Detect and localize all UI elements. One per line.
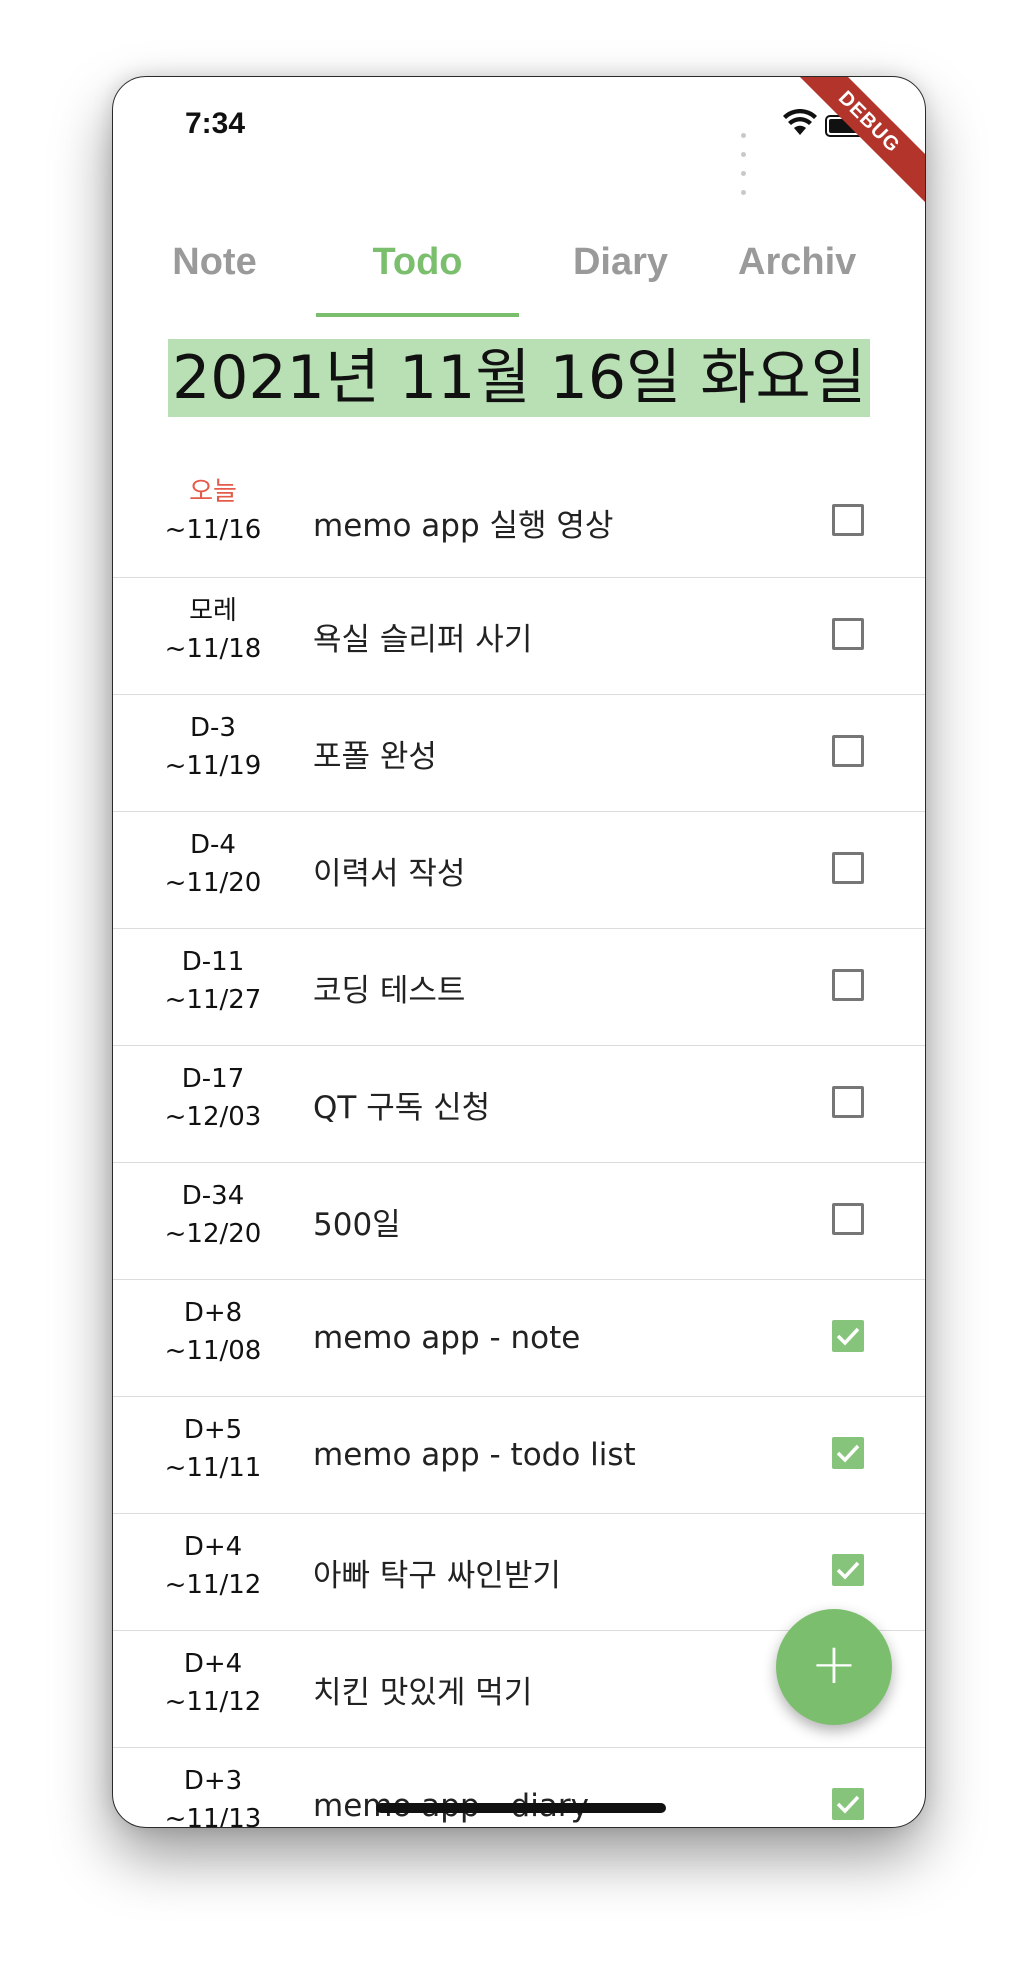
todo-row[interactable]: D-34 ~12/20 500일 bbox=[113, 1163, 925, 1280]
check-icon bbox=[836, 1561, 860, 1580]
dday-label: D-4 ~11/20 bbox=[164, 830, 262, 898]
todo-title: memo app - todo list bbox=[313, 1437, 636, 1473]
tab-todo[interactable]: Todo bbox=[316, 217, 519, 317]
tab-bar: Note Todo Diary Archiv bbox=[113, 217, 925, 317]
todo-title: memo app - note bbox=[313, 1320, 581, 1356]
todo-row[interactable]: D-3 ~11/19 포폴 완성 bbox=[113, 695, 925, 812]
dday-label: D+4 ~11/12 bbox=[164, 1532, 262, 1600]
tab-diary[interactable]: Diary bbox=[519, 217, 722, 317]
date-header: 2021년 11월 16일 화요일 bbox=[168, 339, 870, 417]
todo-title: 치킨 맛있게 먹기 bbox=[313, 1674, 533, 1711]
add-todo-button[interactable]: + bbox=[776, 1609, 892, 1725]
todo-checkbox[interactable] bbox=[832, 1203, 864, 1235]
todo-title: 코딩 테스트 bbox=[313, 972, 466, 1009]
todo-row[interactable]: 모레 ~11/18 욕실 슬리퍼 사기 bbox=[113, 578, 925, 695]
todo-checkbox-checked[interactable] bbox=[832, 1554, 864, 1586]
dday-label: D-17 ~12/03 bbox=[164, 1064, 262, 1132]
dday-label: D+3 ~11/13 bbox=[164, 1766, 262, 1828]
tab-archive[interactable]: Archiv bbox=[722, 217, 925, 317]
todo-row[interactable]: 오늘 ~11/16 memo app 실행 영상 bbox=[113, 467, 925, 578]
phone-frame: 7:34 DEBUG Note Todo Diary Archiv 2021년 … bbox=[112, 76, 926, 1828]
todo-checkbox[interactable] bbox=[832, 969, 864, 1001]
check-icon bbox=[836, 1444, 860, 1463]
todo-checkbox-checked[interactable] bbox=[832, 1320, 864, 1352]
dday-label: D-34 ~12/20 bbox=[164, 1181, 262, 1249]
check-icon bbox=[836, 1795, 860, 1814]
dday-label: D-3 ~11/19 bbox=[164, 713, 262, 781]
todo-title: 이력서 작성 bbox=[313, 855, 466, 892]
dday-label: D-11 ~11/27 bbox=[164, 947, 262, 1015]
todo-row[interactable]: D-4 ~11/20 이력서 작성 bbox=[113, 812, 925, 929]
todo-title: QT 구독 신청 bbox=[313, 1089, 491, 1126]
todo-title: 아빠 탁구 싸인받기 bbox=[313, 1557, 561, 1594]
todo-row[interactable]: D+5 ~11/11 memo app - todo list bbox=[113, 1397, 925, 1514]
todo-checkbox[interactable] bbox=[832, 1086, 864, 1118]
dday-label: D+8 ~11/08 bbox=[164, 1298, 262, 1366]
dday-label: D+4 ~11/12 bbox=[164, 1649, 262, 1717]
todo-row[interactable]: D+4 ~11/12 아빠 탁구 싸인받기 bbox=[113, 1514, 925, 1631]
tab-note[interactable]: Note bbox=[113, 217, 316, 317]
todo-title: memo app 실행 영상 bbox=[313, 507, 614, 544]
plus-icon: + bbox=[810, 1632, 858, 1697]
home-indicator[interactable] bbox=[376, 1803, 666, 1813]
signal-icon bbox=[741, 123, 749, 199]
todo-row[interactable]: D-11 ~11/27 코딩 테스트 bbox=[113, 929, 925, 1046]
todo-title: 포폴 완성 bbox=[313, 738, 437, 775]
todo-checkbox[interactable] bbox=[832, 504, 864, 536]
dday-label: 오늘 ~11/16 bbox=[164, 477, 262, 545]
todo-row[interactable]: D+8 ~11/08 memo app - note bbox=[113, 1280, 925, 1397]
todo-title: memo app - diary bbox=[313, 1788, 589, 1824]
check-icon bbox=[836, 1327, 860, 1346]
todo-checkbox-checked[interactable] bbox=[832, 1788, 864, 1820]
wifi-icon bbox=[783, 109, 817, 135]
debug-banner: DEBUG bbox=[786, 77, 925, 205]
todo-row[interactable]: D+3~11/13 memo app - diary bbox=[113, 1748, 925, 1828]
todo-checkbox-checked[interactable] bbox=[832, 1437, 864, 1469]
dday-label: 모레 ~11/18 bbox=[164, 596, 262, 664]
dday-label: D+5 ~11/11 bbox=[164, 1415, 262, 1483]
todo-checkbox[interactable] bbox=[832, 735, 864, 767]
todo-title: 욕실 슬리퍼 사기 bbox=[313, 621, 533, 658]
date-header-wrap: 2021년 11월 16일 화요일 bbox=[113, 339, 925, 417]
todo-checkbox[interactable] bbox=[832, 618, 864, 650]
todo-title: 500일 bbox=[313, 1206, 401, 1243]
todo-row[interactable]: D-17 ~12/03 QT 구독 신청 bbox=[113, 1046, 925, 1163]
status-time: 7:34 bbox=[185, 107, 246, 140]
todo-checkbox[interactable] bbox=[832, 852, 864, 884]
